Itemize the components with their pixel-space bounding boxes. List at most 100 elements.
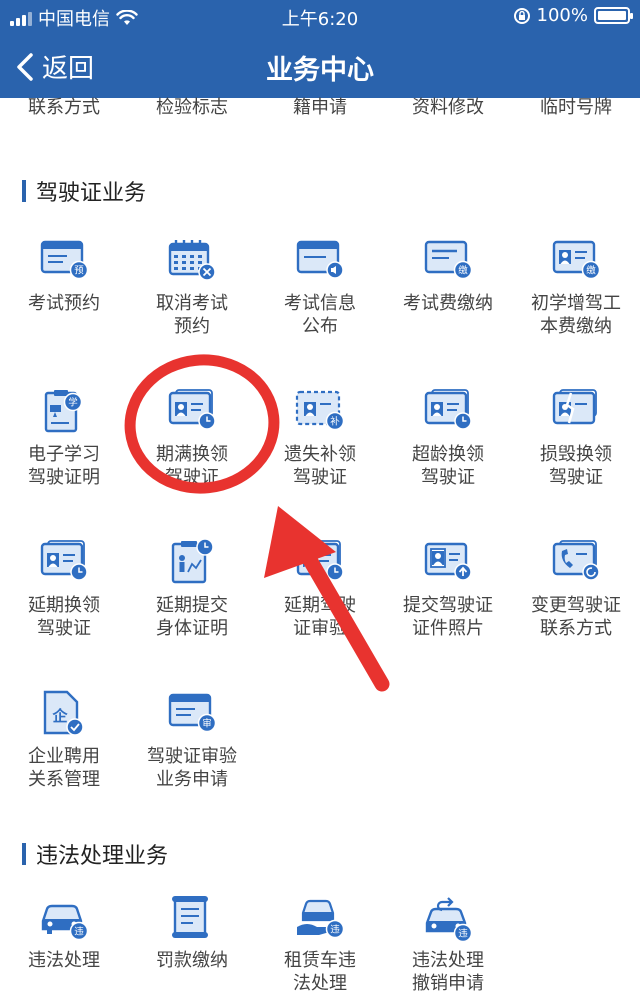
service-item-label: 变更驾驶证 联系方式: [526, 594, 626, 640]
grid-item-label[interactable]: 联系方式: [0, 98, 128, 126]
service-item-label-line: 延期提交: [156, 595, 228, 616]
service-item[interactable]: 缴初学增驾工 本费缴纳: [526, 236, 626, 338]
service-item-label: 电子学习 驾驶证明: [14, 443, 114, 489]
page-title: 业务中心: [266, 55, 374, 86]
service-item-label-line: 延期驾驶: [284, 595, 356, 616]
card-reserve-icon: 预: [40, 240, 89, 280]
service-item-label: 考试信息 公布: [270, 292, 370, 338]
service-item[interactable]: 审驾驶证审验 业务申请: [142, 689, 242, 791]
grid-item-label[interactable]: 检验标志: [128, 98, 256, 126]
card-pay-icon: 缴: [424, 240, 473, 280]
service-item[interactable]: 预考试预约: [14, 236, 114, 315]
service-item-label-line: 驾驶证: [549, 467, 603, 488]
status-bar: 中国电信 上午6:20 100%: [0, 0, 640, 34]
card-announce-icon: [296, 240, 344, 279]
license-clock-icon: [168, 389, 216, 430]
service-item-label-line: 本费缴纳: [540, 316, 612, 337]
service-item-label-line: 联系方式: [540, 618, 612, 639]
grid-item-label[interactable]: 籍申请: [256, 98, 384, 126]
service-item[interactable]: 损毁换领 驾驶证: [526, 387, 626, 489]
service-item-label-line: 罚款缴纳: [156, 950, 228, 971]
service-item-label-line: 驾驶证: [165, 467, 219, 488]
svg-text:企: 企: [51, 707, 68, 725]
grid-item-label[interactable]: 资料修改: [384, 98, 512, 126]
svg-text:缴: 缴: [458, 265, 468, 277]
service-item-label-line: 企业聘用: [28, 746, 100, 767]
service-item-label: 取消考试 预约: [142, 292, 242, 338]
license-clock-icon: [296, 540, 344, 581]
service-item[interactable]: 补遗失补领 驾驶证: [270, 387, 370, 489]
service-item[interactable]: 变更驾驶证 联系方式: [526, 538, 626, 640]
service-item-label: 提交驾驶证 证件照片: [398, 594, 498, 640]
section-title-license: 驾驶证业务: [22, 175, 146, 207]
service-item-label-line: 公布: [302, 316, 338, 337]
service-item-label: 驾驶证审验 业务申请: [142, 745, 242, 791]
service-item[interactable]: 违违法处理 撤销申请: [398, 893, 498, 993]
service-item-label-line: 遗失补领: [284, 444, 356, 465]
fine-scroll-icon: [172, 896, 208, 938]
service-item-label-line: 损毁换领: [540, 444, 612, 465]
license-replace-icon: 补: [295, 390, 345, 431]
service-item-label: 考试预约: [14, 292, 114, 315]
car-violation-icon: 违: [41, 904, 89, 941]
service-item-label-line: 延期换领: [28, 595, 100, 616]
service-item-label-line: 期满换领: [156, 444, 228, 465]
card-review-icon: 审: [168, 693, 217, 733]
svg-text:补: 补: [330, 416, 340, 428]
service-item[interactable]: 罚款缴纳: [142, 893, 242, 972]
service-item-label-line: 租赁车违: [284, 950, 356, 971]
service-item-label-line: 取消考试: [156, 293, 228, 314]
service-item[interactable]: 违租赁车违 法处理: [270, 893, 370, 993]
service-item[interactable]: 缴考试费缴纳: [398, 236, 498, 315]
service-item[interactable]: 企企业聘用 关系管理: [14, 689, 114, 791]
service-item-label-line: 撤销申请: [412, 973, 484, 993]
svg-text:审: 审: [202, 718, 212, 730]
back-label: 返回: [42, 54, 95, 84]
service-item[interactable]: 考试信息 公布: [270, 236, 370, 338]
back-button[interactable]: 返回: [16, 48, 94, 85]
service-item-label-line: 预约: [174, 316, 210, 337]
status-right: 100%: [513, 5, 633, 26]
license-damaged-icon: [552, 389, 597, 425]
section-title-text: 驾驶证业务: [36, 181, 147, 206]
section-marker: [22, 180, 26, 202]
service-item-label-line: 考试信息: [284, 293, 356, 314]
service-item-label-line: 身体证明: [156, 618, 228, 639]
service-item-label-line: 驾驶证: [421, 467, 475, 488]
service-item-label-line: 业务申请: [156, 769, 228, 790]
service-item-label-line: 违法处理: [28, 950, 100, 971]
nav-bar: 返回 业务中心: [0, 34, 640, 98]
service-item[interactable]: 取消考试 预约: [142, 236, 242, 338]
service-item[interactable]: 延期驾驶 证审验: [270, 538, 370, 640]
service-item[interactable]: 延期提交 身体证明: [142, 538, 242, 640]
service-item-label-line: 驾驶证: [37, 618, 91, 639]
service-item[interactable]: 超龄换领 驾驶证: [398, 387, 498, 489]
svg-text:预: 预: [74, 266, 84, 277]
service-item-label-line: 电子学习: [28, 444, 100, 465]
calendar-cancel-icon: [168, 240, 216, 281]
photo-upload-icon: [424, 542, 472, 581]
service-item[interactable]: 期满换领 驾驶证: [142, 387, 242, 489]
battery-icon: [594, 7, 633, 24]
service-item[interactable]: 延期换领 驾驶证: [14, 538, 114, 640]
section-marker: [22, 843, 26, 865]
license-clock-icon: [40, 540, 88, 581]
service-item[interactable]: 提交驾驶证 证件照片: [398, 538, 498, 640]
service-item-label: 初学增驾工 本费缴纳: [526, 292, 626, 338]
svg-text:违: 违: [74, 927, 84, 938]
service-item[interactable]: 学电子学习 驾驶证明: [14, 387, 114, 489]
service-item-label-line: 法处理: [293, 973, 347, 993]
service-item-label-line: 违法处理: [412, 950, 484, 971]
service-item-label: 超龄换领 驾驶证: [398, 443, 498, 489]
service-item-label: 罚款缴纳: [142, 949, 242, 972]
service-item-label-line: 驾驶证明: [28, 467, 100, 488]
service-item-label: 延期提交 身体证明: [142, 594, 242, 640]
grid-item-label[interactable]: 临时号牌: [512, 98, 640, 126]
service-item[interactable]: 违违法处理: [14, 893, 114, 972]
service-item-label-line: 超龄换领: [412, 444, 484, 465]
service-item-label-line: 关系管理: [28, 769, 100, 790]
health-report-icon: [171, 538, 214, 584]
service-item-label-line: 证审验: [293, 618, 347, 639]
previous-section-row: 联系方式 检验标志 籍申请 资料修改 临时号牌: [0, 98, 640, 126]
service-item-label-line: 变更驾驶证: [531, 595, 621, 616]
